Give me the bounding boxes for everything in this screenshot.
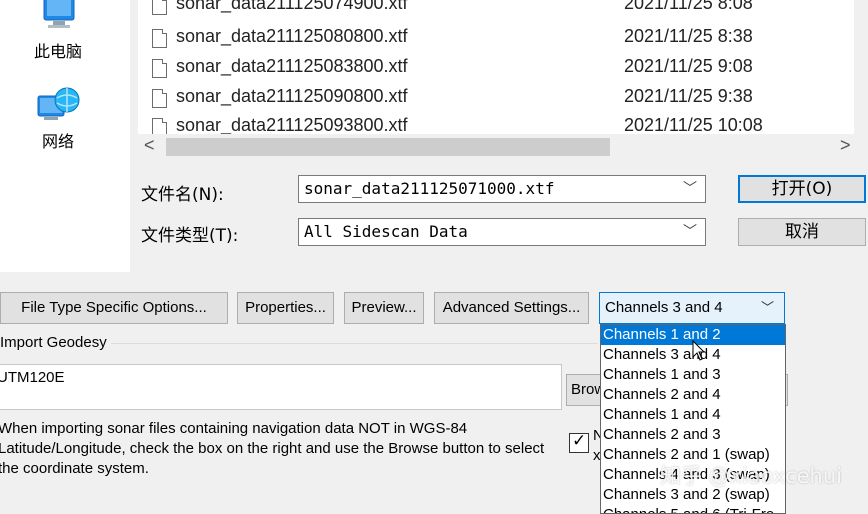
nav-item-network[interactable]: 网络 [18, 86, 98, 152]
file-date: 2021/11/25 9:08 [624, 56, 753, 76]
open-button[interactable]: 打开(O) [738, 175, 866, 203]
geodesy-field[interactable]: UTM120E [0, 364, 562, 410]
file-type-options-button[interactable]: File Type Specific Options... [0, 292, 228, 324]
file-date: 2021/11/25 8:08 [624, 0, 753, 13]
filename-label: 文件名(N): [141, 185, 224, 205]
geodesy-help-text: When importing sonar files containing na… [0, 420, 545, 477]
dropdown-option[interactable]: Channels 2 and 3 [601, 425, 785, 445]
network-icon [37, 87, 80, 120]
file-icon [152, 59, 167, 78]
file-name: sonar_data211125083800.xtf [176, 56, 408, 76]
file-icon [152, 0, 167, 15]
file-name: sonar_data211125093800.xtf [176, 115, 408, 134]
file-date: 2021/11/25 10:08 [624, 115, 763, 134]
filetype-label: 文件类型(T): [141, 226, 239, 246]
properties-button[interactable]: Properties... [237, 292, 334, 324]
checkmark-icon: ✓ [572, 431, 587, 450]
chevron-down-icon[interactable]: ﹀ [761, 293, 774, 323]
scroll-right-icon[interactable]: > [840, 135, 851, 156]
horizontal-scrollbar[interactable]: < > [138, 134, 868, 158]
navigation-pane: 此电脑 网络 [0, 0, 130, 272]
file-icon [152, 29, 167, 48]
dropdown-option[interactable]: Channels 2 and 4 [601, 385, 785, 405]
file-row[interactable]: sonar_data211125093800.xtf 2021/11/25 10… [138, 114, 868, 134]
preview-button[interactable]: Preview... [344, 292, 424, 324]
file-name: sonar_data211125074900.xtf [176, 0, 408, 13]
file-row[interactable]: sonar_data211125080800.xtf 2021/11/25 8:… [138, 25, 868, 55]
nav-label-this-pc: 此电脑 [33, 42, 82, 61]
file-date: 2021/11/25 9:38 [624, 86, 753, 106]
filename-input[interactable]: sonar_data211125071000.xtf ﹀ [298, 175, 706, 203]
file-row[interactable]: sonar_data211125074900.xtf 2021/11/25 8:… [138, 0, 868, 22]
chevron-down-icon[interactable]: ﹀ [683, 176, 697, 202]
filename-value: sonar_data211125071000.xtf [304, 179, 555, 198]
advanced-settings-button[interactable]: Advanced Settings... [434, 292, 589, 324]
watermark: 知乎 @xiaoxcehui [660, 464, 842, 488]
scroll-left-icon[interactable]: < [144, 135, 155, 156]
file-name: sonar_data211125080800.xtf [176, 26, 408, 46]
file-row[interactable]: sonar_data211125083800.xtf 2021/11/25 9:… [138, 55, 868, 85]
nav-label-network: 网络 [41, 132, 74, 151]
cancel-button[interactable]: 取消 [738, 218, 866, 246]
filetype-value: All Sidescan Data [304, 222, 468, 241]
file-row[interactable]: sonar_data211125090800.xtf 2021/11/25 9:… [138, 85, 868, 115]
computer-icon [43, 0, 75, 28]
chevron-down-icon[interactable]: ﹀ [683, 219, 697, 245]
filetype-select[interactable]: All Sidescan Data ﹀ [298, 218, 706, 246]
file-list: sonar_data211125074900.xtf 2021/11/25 8:… [138, 0, 868, 134]
file-icon [152, 89, 167, 108]
file-date: 2021/11/25 8:38 [624, 26, 753, 46]
channel-select-value: Channels 3 and 4 [605, 299, 723, 316]
scrollbar-thumb[interactable] [166, 138, 610, 156]
dropdown-option[interactable]: Channels 1 and 4 [601, 405, 785, 425]
channel-select[interactable]: Channels 3 and 4 ﹀ [599, 292, 785, 324]
geodesy-value: UTM120E [0, 369, 65, 386]
file-icon [152, 118, 167, 134]
file-name: sonar_data211125090800.xtf [176, 86, 408, 106]
dropdown-option[interactable]: Channels 1 and 3 [601, 365, 785, 385]
mouse-cursor-icon [692, 340, 706, 361]
geodesy-checkbox[interactable]: ✓ [569, 431, 589, 453]
geodesy-group-title: Import Geodesy [0, 334, 111, 351]
vertical-scrollbar[interactable] [854, 0, 868, 134]
nav-item-this-pc[interactable]: 此电脑 [18, 0, 98, 62]
